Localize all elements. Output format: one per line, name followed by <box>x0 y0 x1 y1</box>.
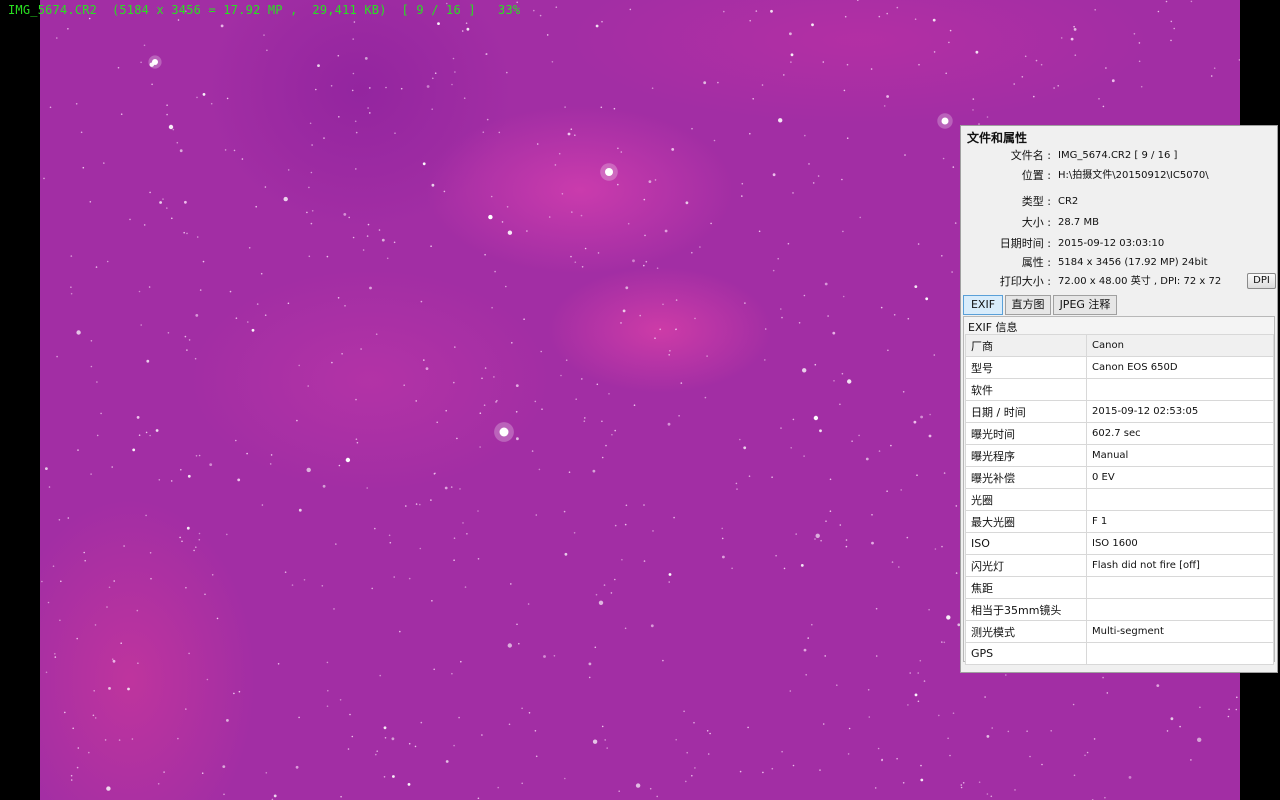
exif-value: Canon EOS 650D <box>1086 356 1274 379</box>
field-label: 日期时间 : <box>999 237 1051 250</box>
exif-key: 日期 / 时间 <box>965 400 1087 423</box>
exif-value: 2015-09-12 02:53:05 <box>1086 400 1274 423</box>
field-label: 大小 : <box>1021 216 1051 229</box>
exif-row[interactable]: 相当于35mm镜头 <box>965 598 1274 621</box>
exif-key: 测光模式 <box>965 620 1087 643</box>
exif-row[interactable]: 厂商 Canon <box>965 334 1274 357</box>
exif-value: Flash did not fire [off] <box>1086 554 1274 577</box>
exif-value: Canon <box>1086 334 1274 357</box>
exif-value <box>1086 642 1274 665</box>
field-value: H:\拍摄文件\20150912\IC5070\ <box>1058 170 1209 181</box>
exif-key: GPS <box>965 642 1087 665</box>
tab-histogram[interactable]: 直方图 <box>1005 295 1051 315</box>
exif-row[interactable]: ISO ISO 1600 <box>965 532 1274 555</box>
field-row-size: 大小 : 28.7 MB <box>961 215 1279 231</box>
exif-row[interactable]: 最大光圈 F 1 <box>965 510 1274 533</box>
exif-row[interactable]: 测光模式 Multi-segment <box>965 620 1274 643</box>
field-value: 5184 x 3456 (17.92 MP) 24bit <box>1058 257 1208 268</box>
exif-key: 软件 <box>965 378 1087 401</box>
dpi-button[interactable]: DPI <box>1247 273 1276 289</box>
exif-row[interactable]: 曝光程序 Manual <box>965 444 1274 467</box>
exif-key: 型号 <box>965 356 1087 379</box>
field-row-print-size: 打印大小 : 72.00 x 48.00 英寸 , DPI: 72 x 72 <box>961 274 1279 290</box>
exif-key: 焦距 <box>965 576 1087 599</box>
exif-table: 厂商 Canon 型号 Canon EOS 650D 软件 日期 / 时间 2015-… <box>965 334 1274 665</box>
exif-row[interactable]: GPS <box>965 642 1274 665</box>
field-label: 类型 : <box>1021 195 1051 208</box>
exif-row[interactable]: 曝光补偿 0 EV <box>965 466 1274 489</box>
file-properties-panel[interactable]: 文件和属性 文件名 : IMG_5674.CR2 [ 9 / 16 ] 位置 :… <box>960 125 1278 673</box>
exif-key: 最大光圈 <box>965 510 1087 533</box>
field-value: 2015-09-12 03:03:10 <box>1058 238 1165 249</box>
exif-section-header: EXIF 信息 <box>968 321 1018 334</box>
exif-row[interactable]: 曝光时间 602.7 sec <box>965 422 1274 445</box>
exif-row[interactable]: 日期 / 时间 2015-09-12 02:53:05 <box>965 400 1274 423</box>
panel-title: 文件和属性 <box>967 131 1028 145</box>
exif-row[interactable]: 焦距 <box>965 576 1274 599</box>
exif-value: F 1 <box>1086 510 1274 533</box>
field-value: CR2 <box>1058 196 1079 207</box>
exif-key: 曝光程序 <box>965 444 1087 467</box>
field-value: 72.00 x 48.00 英寸 , DPI: 72 x 72 <box>1058 276 1222 287</box>
field-row-datetime: 日期时间 : 2015-09-12 03:03:10 <box>961 236 1279 252</box>
exif-value: 0 EV <box>1086 466 1274 489</box>
field-value: 28.7 MB <box>1058 217 1099 228</box>
field-label: 打印大小 : <box>999 275 1051 288</box>
exif-key: 曝光时间 <box>965 422 1087 445</box>
image-info-overlay: IMG_5674.CR2 (5184 x 3456 = 17.92 MP , 2… <box>8 3 521 17</box>
exif-value <box>1086 576 1274 599</box>
field-label: 位置 : <box>1021 169 1051 182</box>
exif-info-box: EXIF 信息 厂商 Canon 型号 Canon EOS 650D 软件 日期 /… <box>963 316 1275 665</box>
exif-value: ISO 1600 <box>1086 532 1274 555</box>
exif-key: 厂商 <box>965 334 1087 357</box>
exif-key: 闪光灯 <box>965 554 1087 577</box>
field-row-filename: 文件名 : IMG_5674.CR2 [ 9 / 16 ] <box>961 148 1279 164</box>
exif-row[interactable]: 型号 Canon EOS 650D <box>965 356 1274 379</box>
exif-key: 光圈 <box>965 488 1087 511</box>
exif-value <box>1086 378 1274 401</box>
exif-row[interactable]: 光圈 <box>965 488 1274 511</box>
exif-row[interactable]: 闪光灯 Flash did not fire [off] <box>965 554 1274 577</box>
exif-value: Multi-segment <box>1086 620 1274 643</box>
exif-value <box>1086 488 1274 511</box>
exif-value: 602.7 sec <box>1086 422 1274 445</box>
exif-value: Manual <box>1086 444 1274 467</box>
exif-key: ISO <box>965 532 1087 555</box>
field-label: 属性 : <box>1021 256 1051 269</box>
tab-exif[interactable]: EXIF <box>963 295 1003 315</box>
exif-row[interactable]: 软件 <box>965 378 1274 401</box>
tab-jpeg-comment[interactable]: JPEG 注释 <box>1053 295 1117 315</box>
exif-key: 相当于35mm镜头 <box>965 598 1087 621</box>
exif-key: 曝光补偿 <box>965 466 1087 489</box>
field-row-type: 类型 : CR2 <box>961 194 1279 210</box>
exif-value <box>1086 598 1274 621</box>
field-label: 文件名 : <box>1010 149 1051 162</box>
field-value: IMG_5674.CR2 [ 9 / 16 ] <box>1058 150 1178 161</box>
field-row-location: 位置 : H:\拍摄文件\20150912\IC5070\ <box>961 168 1279 184</box>
field-row-attributes: 属性 : 5184 x 3456 (17.92 MP) 24bit <box>961 255 1279 271</box>
